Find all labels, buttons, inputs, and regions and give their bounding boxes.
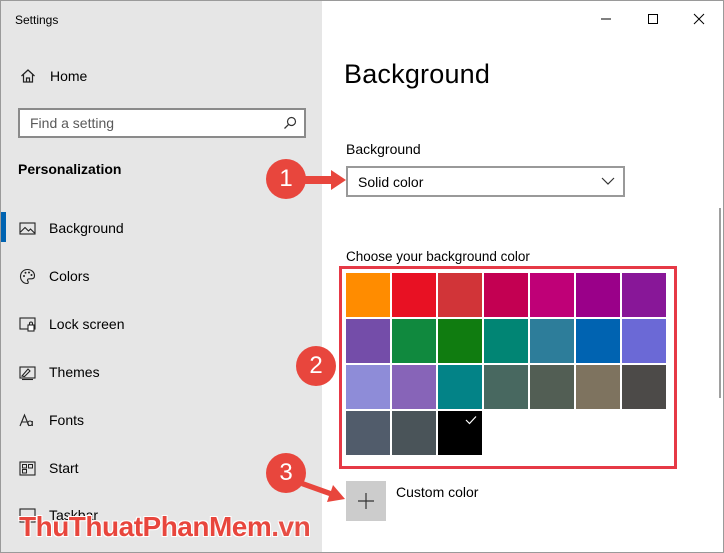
close-icon [693,13,705,25]
custom-color-button[interactable] [346,481,386,521]
scrollbar[interactable] [719,208,721,398]
picture-icon [19,222,36,235]
maximize-button[interactable] [630,5,676,33]
search-icon[interactable] [283,116,297,130]
custom-color-label: Custom color [396,484,479,500]
sidebar-item-fonts[interactable]: Fonts [1,400,322,440]
search-placeholder: Find a setting [30,115,115,131]
sidebar-item-label: Start [49,460,79,476]
color-swatch[interactable] [438,273,482,317]
sidebar-item-themes[interactable]: Themes [1,352,322,392]
color-swatch[interactable] [392,273,436,317]
color-swatch[interactable] [346,273,390,317]
sidebar-item-label: Fonts [49,412,85,428]
sidebar-home-label: Home [50,68,88,84]
themes-icon [19,366,36,381]
color-swatch[interactable] [576,365,620,409]
sidebar-item-label: Colors [49,268,90,284]
choose-color-label: Choose your background color [346,249,530,264]
sidebar-item-label: Themes [49,364,100,380]
color-swatch[interactable] [484,273,528,317]
main-pane: Background Background Solid color Choose… [322,1,723,552]
color-swatch[interactable] [438,365,482,409]
search-input[interactable]: Find a setting [18,108,306,138]
fonts-icon [19,413,33,427]
sidebar-home[interactable]: Home [1,63,322,89]
color-swatch[interactable] [622,319,666,363]
color-swatch[interactable] [484,365,528,409]
sidebar-item-label: Background [49,220,124,236]
color-swatch[interactable] [346,411,390,455]
section-title: Personalization [18,161,122,177]
plus-icon [358,493,374,509]
palette-icon [19,268,36,285]
settings-window: Settings Home Find a setting Personaliza… [0,0,724,553]
color-swatch[interactable] [392,411,436,455]
sidebar-item-background[interactable]: Background [1,208,322,248]
color-swatch[interactable] [484,319,528,363]
chevron-down-icon [601,177,615,185]
callout-badge-1: 1 [266,159,306,199]
start-icon [19,461,36,476]
color-swatch[interactable] [392,319,436,363]
color-swatch[interactable] [438,411,482,455]
color-swatch[interactable] [438,319,482,363]
color-swatch[interactable] [530,319,574,363]
close-button[interactable] [676,5,722,33]
watermark-part1: ThuThuat [19,511,143,542]
sidebar-item-colors[interactable]: Colors [1,256,322,296]
color-swatch[interactable] [346,365,390,409]
color-swatch[interactable] [346,319,390,363]
color-swatch[interactable] [622,273,666,317]
lock-screen-icon [19,317,36,332]
sidebar-item-label: Lock screen [49,316,125,332]
minimize-button[interactable] [583,5,629,33]
checkmark-icon [465,416,477,425]
maximize-icon [648,14,658,24]
sidebar-item-lock-screen[interactable]: Lock screen [1,304,322,344]
color-swatch[interactable] [622,365,666,409]
color-swatch[interactable] [530,273,574,317]
color-swatch[interactable] [392,365,436,409]
background-dropdown[interactable]: Solid color [346,166,625,197]
callout-badge-2: 2 [296,346,336,386]
watermark-part3: .vn [271,511,311,542]
home-icon [21,69,35,83]
callout-arrow-1 [303,170,346,190]
page-title: Background [344,59,491,89]
watermark-part2: PhanMem [142,511,272,542]
callout-badge-3: 3 [266,453,306,493]
color-swatch[interactable] [576,319,620,363]
minimize-icon [601,18,611,20]
background-dropdown-value: Solid color [358,174,424,190]
background-label: Background [346,141,421,157]
watermark: ThuThuatPhanMem.vn [19,511,311,543]
callout-arrow-3 [301,481,345,502]
window-title: Settings [15,13,59,27]
color-swatch[interactable] [530,365,574,409]
color-swatch[interactable] [576,273,620,317]
